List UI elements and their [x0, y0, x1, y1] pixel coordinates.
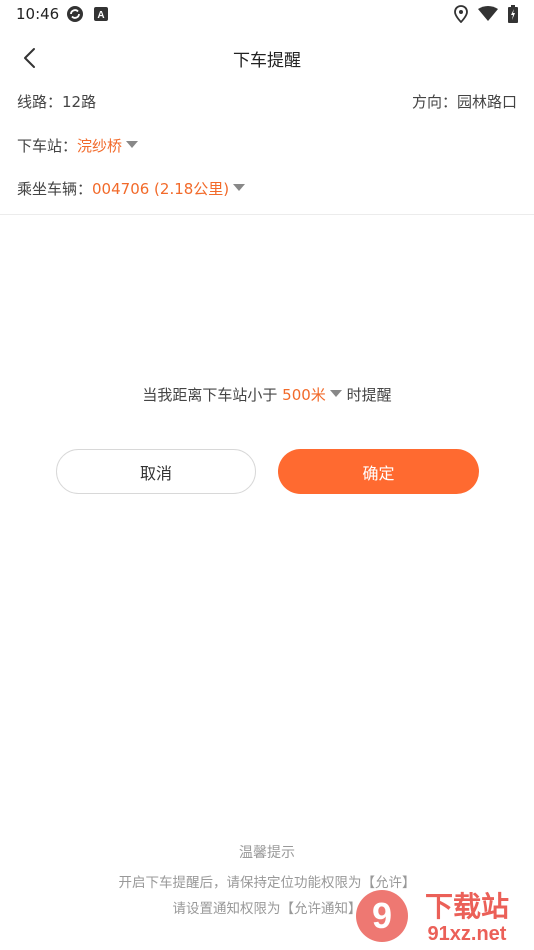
- distance-value[interactable]: 500米: [282, 386, 326, 404]
- caret-down-icon: [126, 141, 139, 148]
- stop-value[interactable]: 浣纱桥: [77, 137, 122, 155]
- distance-selector[interactable]: 500米: [282, 386, 342, 404]
- caret-down-icon: [329, 390, 342, 397]
- direction-label: 方向：: [411, 93, 457, 111]
- wifi-icon: [478, 6, 498, 21]
- svg-text:下载站: 下载站: [425, 890, 509, 923]
- status-left-icons: A: [66, 5, 108, 23]
- remind-prefix: 当我距离下车站小于: [142, 386, 278, 404]
- navbar: 下车提醒: [0, 38, 534, 78]
- direction-info: 方向：园林路口: [412, 91, 517, 112]
- vehicle-label: 乘坐车辆：: [17, 180, 93, 198]
- stop-selector[interactable]: 下车站：浣纱桥: [17, 135, 139, 156]
- svg-text:9: 9: [372, 895, 392, 936]
- a-badge-icon: A: [94, 7, 108, 21]
- location-icon: [454, 5, 468, 23]
- svg-text:A: A: [97, 10, 104, 21]
- svg-text:91xz.net: 91xz.net: [428, 923, 507, 945]
- sync-icon: [67, 6, 83, 22]
- status-bar: 10:46 A: [0, 0, 534, 30]
- remind-suffix: 时提醒: [346, 386, 392, 404]
- stop-label: 下车站：: [17, 137, 78, 155]
- caret-down-icon: [233, 184, 246, 191]
- direction-value: 园林路口: [456, 93, 517, 111]
- confirm-button[interactable]: 确定: [278, 449, 479, 494]
- remind-distance-line: 当我距离下车站小于 500米 时提醒: [0, 384, 534, 405]
- status-right-icons: [454, 5, 518, 23]
- vehicle-value[interactable]: 004706 (2.18公里): [92, 180, 229, 198]
- battery-icon: [508, 5, 518, 23]
- route-info: 线路：12路: [17, 91, 96, 112]
- route-label: 线路：: [17, 93, 63, 111]
- page-title: 下车提醒: [233, 51, 301, 71]
- site-watermark-logo: 9 下载站 91xz.net: [356, 890, 509, 945]
- status-time: 10:46: [16, 5, 60, 23]
- divider: [0, 214, 534, 215]
- vehicle-selector[interactable]: 乘坐车辆：004706 (2.18公里): [17, 178, 246, 199]
- tips-title: 温馨提示: [239, 845, 295, 861]
- cancel-button[interactable]: 取消: [56, 449, 256, 494]
- route-value: 12路: [62, 93, 97, 111]
